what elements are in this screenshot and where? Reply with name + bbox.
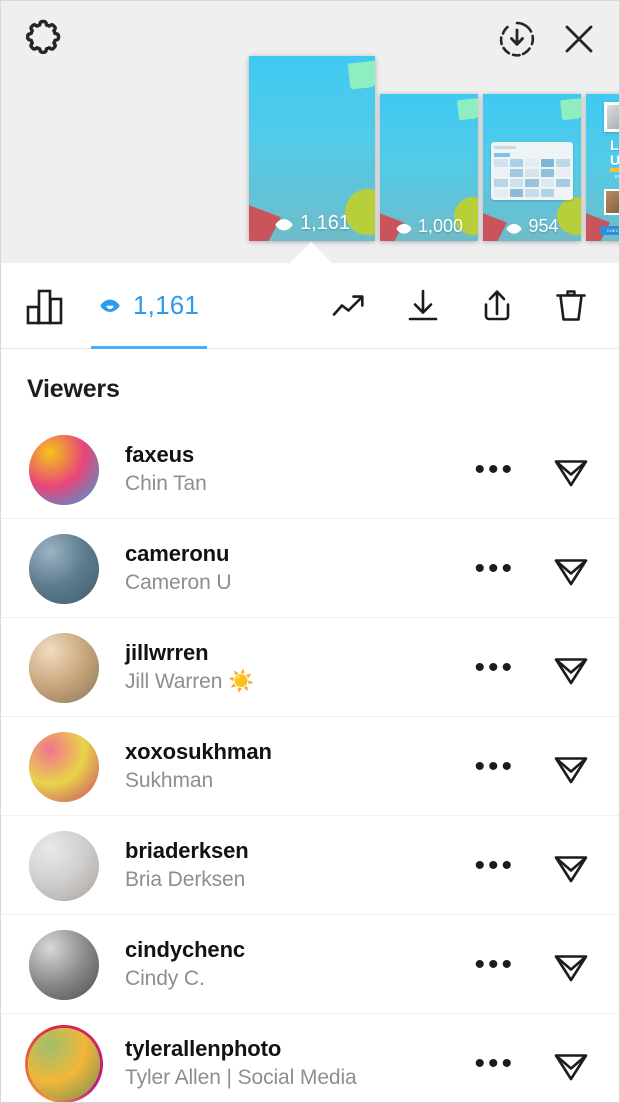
viewer-row[interactable]: tylerallenphoto Tyler Allen | Social Medi… (1, 1014, 619, 1102)
viewer-fullname: Sukhman (125, 768, 214, 792)
send-paper-plane-icon[interactable] (549, 745, 593, 789)
story-thumbnail-strip[interactable]: 1,161 1,000 954 LatUnsp export, edit, high-q… (249, 41, 619, 241)
more-options-button[interactable]: ••• (474, 949, 515, 979)
avatar[interactable] (25, 827, 103, 905)
avatar-image (29, 434, 99, 505)
gear-icon[interactable] (21, 17, 67, 63)
story-view-count: 9 (586, 216, 619, 237)
story-header: 1,161 1,000 954 LatUnsp export, edit, high-q… (1, 1, 619, 263)
unsplash-thumb (604, 189, 619, 215)
viewer-names: faxeus Chin Tan (125, 441, 474, 499)
viewer-names: briaderksen Bria Derksen (125, 837, 474, 895)
avatar-image (29, 533, 99, 604)
avatar[interactable] (25, 728, 103, 806)
viewer-fullname: Tyler Allen | Social Media (125, 1065, 357, 1089)
story-thumbnail[interactable]: 954 (483, 94, 581, 241)
story-photo-grid (491, 142, 573, 200)
viewer-username[interactable]: cindychenc (125, 936, 474, 964)
viewer-fullname: Cameron U (125, 570, 232, 594)
more-options-button[interactable]: ••• (474, 454, 515, 484)
send-paper-plane-icon[interactable] (549, 646, 593, 690)
viewers-section-title: Viewers (27, 375, 120, 403)
avatar-image (29, 731, 99, 802)
story-view-count: 1,000 (380, 216, 478, 237)
toolbar-left-group: 1,161 (1, 263, 208, 349)
avatar[interactable] (25, 431, 103, 509)
story-view-count-label: 954 (528, 216, 559, 236)
delete-trash-icon[interactable] (549, 284, 593, 328)
more-options-button[interactable]: ••• (474, 751, 515, 781)
viewer-username[interactable]: xoxosukhman (125, 738, 474, 766)
viewer-names: tylerallenphoto Tyler Allen | Social Medi… (125, 1035, 474, 1093)
insights-trending-icon[interactable] (327, 284, 371, 328)
send-paper-plane-icon[interactable] (549, 547, 593, 591)
more-options-button[interactable]: ••• (474, 652, 515, 682)
viewer-names: jillwrren Jill Warren ☀️ (125, 639, 474, 697)
viewer-row[interactable]: cameronu Cameron U ••• (1, 519, 619, 618)
viewer-fullname: Bria Derksen (125, 867, 246, 891)
toolbar-actions (327, 284, 619, 328)
story-view-count-label: 1,161 (299, 212, 351, 234)
avatar-image (29, 929, 99, 1000)
download-icon[interactable] (401, 284, 445, 328)
viewer-username[interactable]: faxeus (125, 441, 474, 469)
story-shape-green (347, 60, 375, 90)
viewer-username[interactable]: tylerallenphoto (125, 1035, 474, 1063)
viewer-row[interactable]: briaderksen Bria Derksen ••• (1, 816, 619, 915)
viewer-username[interactable]: briaderksen (125, 837, 474, 865)
avatar[interactable] (25, 530, 103, 608)
more-options-button[interactable]: ••• (474, 553, 515, 583)
viewer-names: cameronu Cameron U (125, 540, 474, 598)
viewer-names: cindychenc Cindy C. (125, 936, 474, 994)
share-icon[interactable] (475, 284, 519, 328)
avatar-image (29, 830, 99, 901)
more-options-button[interactable]: ••• (474, 1048, 515, 1078)
selected-story-notch (289, 242, 333, 263)
story-thumbnail[interactable]: LatUnsp export, edit, high-quality in a e… (586, 94, 619, 241)
unsplash-title: LatUnsp (610, 137, 619, 168)
instagram-story-insights-window: 1,161 1,000 954 LatUnsp export, edit, high-q… (0, 0, 620, 1103)
more-options-button[interactable]: ••• (474, 850, 515, 880)
unsplash-underline (610, 168, 619, 172)
story-thumbnail[interactable]: 1,000 (380, 94, 478, 241)
story-view-count-label: 1,000 (417, 216, 464, 236)
avatar[interactable] (25, 1024, 103, 1102)
story-view-count: 1,161 (249, 212, 375, 235)
unsplash-subtitle: export, edit, high-quality in a email (614, 174, 619, 180)
avatar[interactable] (25, 926, 103, 1004)
viewer-row[interactable]: faxeus Chin Tan ••• (1, 420, 619, 519)
avatar-image (29, 632, 99, 703)
tab-views[interactable]: 1,161 (91, 263, 208, 349)
viewer-fullname: Chin Tan (125, 471, 207, 495)
eye-icon (618, 220, 619, 234)
viewer-username[interactable]: cameronu (125, 540, 474, 568)
send-paper-plane-icon[interactable] (549, 448, 593, 492)
story-view-count: 954 (483, 216, 581, 237)
send-paper-plane-icon[interactable] (549, 1042, 593, 1086)
avatar-image (28, 1027, 100, 1100)
story-toolbar: 1,161 (1, 263, 619, 349)
eye-icon (274, 216, 294, 232)
story-shape-green (560, 97, 581, 121)
active-tab-underline (91, 345, 208, 349)
viewer-fullname: Cindy C. (125, 966, 205, 990)
viewer-fullname: Jill Warren ☀️ (125, 669, 255, 693)
viewer-row[interactable]: cindychenc Cindy C. ••• (1, 915, 619, 1014)
avatar[interactable] (25, 629, 103, 707)
eye-icon (505, 220, 523, 234)
viewer-row[interactable]: jillwrren Jill Warren ☀️ ••• (1, 618, 619, 717)
send-paper-plane-icon[interactable] (549, 943, 593, 987)
eye-icon (395, 220, 413, 234)
story-thumbnail-selected[interactable]: 1,161 (249, 56, 375, 241)
viewer-names: xoxosukhman Sukhman (125, 738, 474, 796)
story-shape-green (457, 97, 478, 121)
view-count-label: 1,161 (133, 290, 200, 320)
send-paper-plane-icon[interactable] (549, 844, 593, 888)
eye-icon (99, 297, 121, 315)
unsplash-photo-frame (604, 102, 619, 132)
bar-chart-icon[interactable] (25, 286, 65, 326)
viewer-username[interactable]: jillwrren (125, 639, 474, 667)
viewer-row[interactable]: xoxosukhman Sukhman ••• (1, 717, 619, 816)
viewers-list: faxeus Chin Tan ••• cameronu Cameron U ••• jil… (1, 420, 619, 1102)
